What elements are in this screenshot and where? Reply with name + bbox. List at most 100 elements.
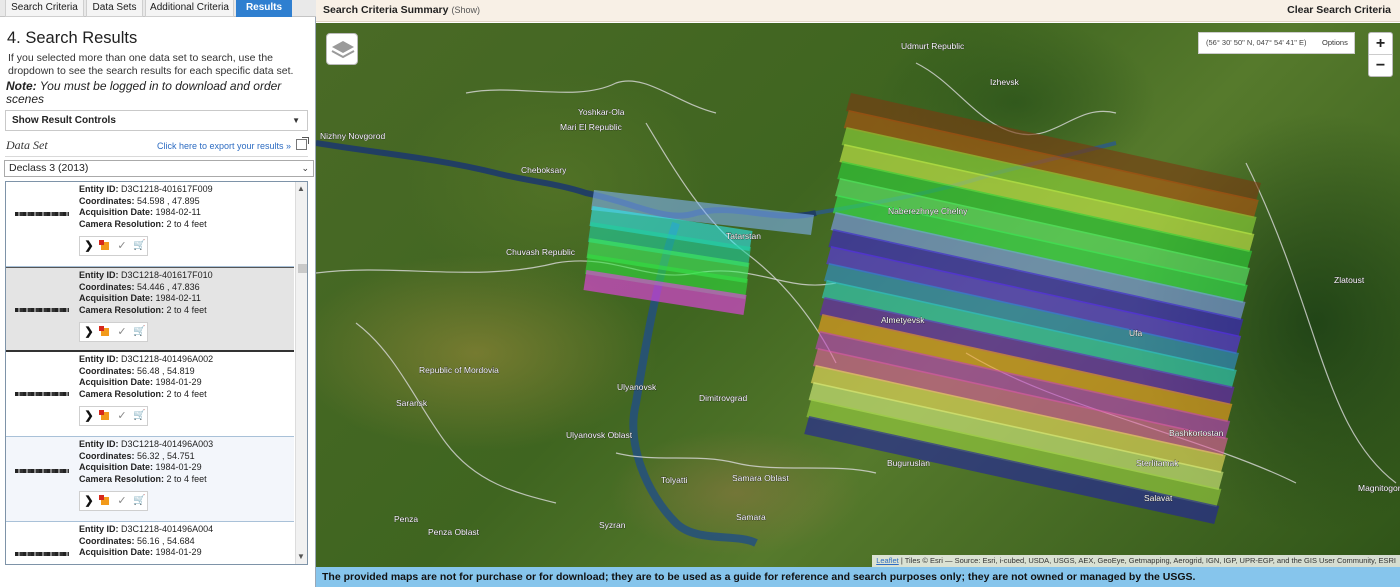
entity-id: D3C1218-401496A004 bbox=[121, 524, 214, 534]
clear-search-criteria-button[interactable]: Clear Search Criteria bbox=[1287, 4, 1391, 16]
export-results-link[interactable]: Click here to export your results » bbox=[157, 141, 291, 151]
place-label: Salavat bbox=[1144, 493, 1173, 503]
tab-results[interactable]: Results bbox=[236, 0, 292, 17]
tab-search-criteria[interactable]: Search Criteria bbox=[5, 0, 84, 17]
entity-id-line: Entity ID: D3C1218-401617F010 bbox=[79, 270, 213, 280]
footprint-icon[interactable]: ❯ bbox=[83, 410, 95, 422]
left-panel: Search Criteria Data Sets Additional Cri… bbox=[0, 0, 316, 587]
result-action-icons: ❯ ✓ 🛒 bbox=[79, 322, 148, 342]
place-label: Ufa bbox=[1129, 328, 1143, 338]
place-label: Samara Oblast bbox=[732, 473, 789, 483]
coordinates: 54.598 , 47.895 bbox=[137, 195, 200, 206]
zoom-control: + − bbox=[1368, 32, 1393, 77]
footprint-icon[interactable]: ❯ bbox=[83, 326, 95, 338]
acquisition-date: 1984-01-29 bbox=[155, 547, 202, 558]
coordinates: 54.446 , 47.836 bbox=[137, 281, 200, 292]
zoom-in-button[interactable]: + bbox=[1369, 33, 1392, 55]
result-action-icons: ❯ ✓ 🛒 bbox=[79, 491, 148, 511]
results-rows: Entity ID: D3C1218-401617F009 Coordinates… bbox=[6, 182, 294, 564]
intro-text: If you selected more than one data set t… bbox=[8, 52, 294, 77]
map-overlay: Udmurt Republic Izhevsk Yoshkar-Ola Mari El… bbox=[316, 41, 1400, 547]
footprint-icon[interactable]: ❯ bbox=[83, 240, 95, 252]
search-criteria-summary[interactable]: Search Criteria Summary (Show) bbox=[323, 4, 480, 16]
result-row[interactable]: Entity ID: D3C1218-401617F010 Coordinates… bbox=[6, 267, 294, 352]
summary-title: Search Criteria Summary bbox=[323, 4, 449, 16]
camera-resolution: 2 to 4 feet bbox=[166, 304, 207, 315]
camera-resolution: 2 to 4 feet bbox=[166, 388, 207, 399]
admin-border bbox=[615, 452, 877, 474]
entity-id-line: Entity ID: D3C1218-401617F009 bbox=[79, 184, 213, 194]
place-label: Yoshkar-Ola bbox=[578, 107, 625, 117]
place-label: Magnitogorsk bbox=[1358, 483, 1400, 493]
footprint-icon[interactable]: ❯ bbox=[83, 495, 95, 507]
map-view[interactable]: Udmurt Republic Izhevsk Yoshkar-Ola Mari El… bbox=[316, 23, 1400, 567]
dataset-selected-value: Declass 3 (2013) bbox=[9, 162, 89, 174]
tab-additional-criteria[interactable]: Additional Criteria bbox=[145, 0, 234, 17]
layers-button[interactable] bbox=[326, 33, 358, 65]
cart-icon[interactable]: 🛒 bbox=[133, 326, 145, 338]
compare-icon[interactable]: ✓ bbox=[116, 240, 128, 252]
coordinates-line: Coordinates: 56.16 , 54.684 bbox=[79, 535, 195, 546]
compare-icon[interactable]: ✓ bbox=[116, 326, 128, 338]
scroll-down-icon[interactable]: ▼ bbox=[297, 552, 305, 561]
acquisition-date-line: Acquisition Date: 1984-01-29 bbox=[79, 547, 202, 558]
zoom-out-button[interactable]: − bbox=[1369, 55, 1392, 77]
overlay-icon[interactable] bbox=[99, 240, 111, 252]
result-thumbnail[interactable] bbox=[15, 392, 69, 396]
place-label: Tatarstan bbox=[726, 231, 761, 241]
result-thumbnail[interactable] bbox=[15, 308, 69, 312]
compare-icon[interactable]: ✓ bbox=[116, 410, 128, 422]
map-options-button[interactable]: Options bbox=[1322, 33, 1348, 53]
result-thumbnail[interactable] bbox=[15, 552, 69, 556]
place-label: Nizhny Novgorod bbox=[320, 131, 385, 141]
dataset-select[interactable]: Declass 3 (2013) ⌄ bbox=[4, 160, 314, 177]
result-row[interactable]: Entity ID: D3C1218-401617F009 Coordinates… bbox=[6, 182, 294, 267]
coordinates-line: Coordinates: 56.48 , 54.819 bbox=[79, 365, 195, 376]
result-metadata: Entity ID: D3C1218-401496A004 Coordinates… bbox=[79, 524, 289, 559]
result-row[interactable]: Entity ID: D3C1218-401496A002 Coordinates… bbox=[6, 352, 294, 437]
external-link-icon[interactable] bbox=[296, 137, 309, 150]
place-label: Zlatoust bbox=[1334, 275, 1365, 285]
overlay-icon[interactable] bbox=[99, 495, 111, 507]
summary-show-toggle[interactable]: (Show) bbox=[451, 5, 480, 15]
acquisition-date: 1984-02-11 bbox=[155, 293, 201, 304]
place-label: Penza bbox=[394, 514, 418, 524]
result-thumbnail[interactable] bbox=[15, 212, 69, 216]
cart-icon[interactable]: 🛒 bbox=[133, 410, 145, 422]
tab-data-sets[interactable]: Data Sets bbox=[86, 0, 143, 17]
place-label: Sterlitamak bbox=[1136, 458, 1179, 468]
overlay-icon[interactable] bbox=[99, 326, 111, 338]
cart-icon[interactable]: 🛒 bbox=[133, 240, 145, 252]
volga-river bbox=[316, 140, 817, 219]
results-scrollbar[interactable]: ▲ ▼ bbox=[295, 182, 307, 564]
place-label: Mari El Republic bbox=[560, 122, 623, 132]
login-note: Note: You must be logged in to download … bbox=[6, 80, 306, 106]
divider bbox=[5, 156, 308, 157]
results-list[interactable]: Entity ID: D3C1218-401617F009 Coordinates… bbox=[5, 181, 308, 565]
caret-down-icon: ▼ bbox=[292, 116, 300, 125]
show-result-controls-dropdown[interactable]: Show Result Controls ▼ bbox=[5, 110, 308, 131]
note-label: Note: bbox=[6, 79, 37, 93]
admin-border bbox=[316, 260, 837, 286]
scroll-up-icon[interactable]: ▲ bbox=[297, 184, 305, 193]
result-row[interactable]: Entity ID: D3C1218-401496A004 Coordinates… bbox=[6, 522, 294, 564]
result-row[interactable]: Entity ID: D3C1218-401496A003 Coordinates… bbox=[6, 437, 294, 522]
place-label: Tolyatti bbox=[661, 475, 688, 485]
result-action-icons: ❯ ✓ 🛒 bbox=[79, 406, 148, 426]
acquisition-date: 1984-02-11 bbox=[155, 207, 201, 218]
result-thumbnail[interactable] bbox=[15, 469, 69, 473]
tab-bar: Search Criteria Data Sets Additional Cri… bbox=[0, 0, 316, 17]
leaflet-link[interactable]: Leaflet bbox=[876, 556, 899, 565]
place-label: Penza Oblast bbox=[428, 527, 480, 537]
scroll-thumb[interactable] bbox=[298, 264, 307, 273]
compare-icon[interactable]: ✓ bbox=[116, 495, 128, 507]
overlay-icon[interactable] bbox=[99, 410, 111, 422]
entity-id-line: Entity ID: D3C1218-401496A003 bbox=[79, 439, 214, 449]
entity-id: D3C1218-401496A003 bbox=[121, 439, 214, 449]
place-label: Ulyanovsk Oblast bbox=[566, 430, 633, 440]
note-text: You must be logged in to download and or… bbox=[6, 79, 282, 106]
cart-icon[interactable]: 🛒 bbox=[133, 495, 145, 507]
place-label: Chuvash Republic bbox=[506, 247, 576, 257]
place-label: Bashkortostan bbox=[1169, 428, 1224, 438]
place-label: Udmurt Republic bbox=[901, 41, 965, 51]
